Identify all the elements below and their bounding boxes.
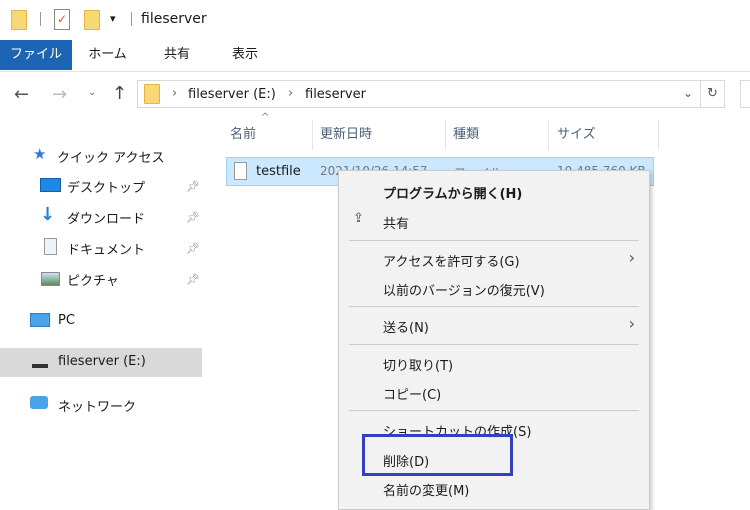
tab-view[interactable]: 表示: [220, 40, 270, 70]
tab-share[interactable]: 共有: [152, 40, 202, 70]
divider: [131, 12, 132, 26]
menu-restore-versions[interactable]: 以前のバージョンの復元(V): [383, 280, 545, 299]
back-button[interactable]: ←: [14, 84, 29, 105]
desktop-icon: [40, 178, 61, 192]
drive-icon: [32, 364, 48, 368]
folder-icon: [11, 10, 27, 30]
column-divider[interactable]: [548, 120, 549, 150]
menu-share[interactable]: 共有: [383, 213, 409, 232]
share-icon: ⇪: [353, 211, 364, 226]
tab-file[interactable]: ファイル: [0, 40, 72, 70]
address-dropdown-icon[interactable]: ⌄: [683, 86, 693, 100]
pin-icon[interactable]: 📌︎: [186, 273, 200, 286]
pc-icon: [30, 313, 50, 327]
column-modified[interactable]: 更新日時: [320, 120, 372, 150]
column-size[interactable]: サイズ: [557, 120, 596, 150]
ribbon-divider: [0, 71, 750, 72]
refresh-button[interactable]: ↻: [700, 80, 725, 108]
menu-rename[interactable]: 名前の変更(M): [383, 480, 469, 499]
column-divider[interactable]: [312, 120, 313, 150]
file-name: testfile: [256, 164, 301, 179]
sort-ascending-icon: ^: [261, 112, 270, 123]
submenu-chevron-icon: ›: [628, 248, 635, 267]
sidebar-item-desktop[interactable]: デスクトップ: [67, 177, 145, 196]
menu-send-to[interactable]: 送る(N): [383, 317, 429, 336]
menu-give-access[interactable]: アクセスを許可する(G): [383, 251, 520, 270]
properties-icon[interactable]: ✓: [54, 9, 70, 30]
pictures-icon: [41, 272, 60, 286]
menu-separator: [349, 410, 639, 411]
menu-separator: [349, 240, 639, 241]
pin-icon[interactable]: 📌︎: [186, 242, 200, 255]
delete-highlight-box: [362, 434, 513, 476]
pin-icon[interactable]: 📌︎: [186, 180, 200, 193]
divider: [40, 12, 41, 26]
customize-toolbar-icon[interactable]: ▾: [110, 12, 116, 25]
menu-separator: [349, 344, 639, 345]
address-bar[interactable]: › fileserver (E:) › fileserver ⌄: [137, 80, 701, 108]
submenu-chevron-icon: ›: [628, 314, 635, 333]
sidebar-item-downloads[interactable]: ダウンロード: [67, 208, 145, 227]
sidebar-quick-access[interactable]: クイック アクセス: [57, 147, 164, 166]
menu-cut[interactable]: 切り取り(T): [383, 355, 453, 374]
file-icon: [234, 162, 247, 180]
download-icon: ↓: [40, 204, 56, 225]
sidebar-pc[interactable]: PC: [58, 313, 75, 328]
menu-open-with[interactable]: プログラムから開く(H): [383, 183, 522, 202]
sidebar-drive-selected[interactable]: fileserver (E:): [0, 348, 202, 377]
sidebar-item-pictures[interactable]: ピクチャ: [67, 270, 119, 289]
documents-icon: [44, 238, 57, 255]
column-divider[interactable]: [658, 120, 659, 150]
search-input[interactable]: [740, 80, 750, 108]
pin-icon[interactable]: 📌︎: [186, 211, 200, 224]
tab-home[interactable]: ホーム: [80, 40, 135, 70]
sidebar-drive-label: fileserver (E:): [58, 354, 146, 369]
up-button[interactable]: ↑: [112, 83, 127, 104]
menu-copy[interactable]: コピー(C): [383, 384, 441, 403]
sidebar-network[interactable]: ネットワーク: [58, 396, 136, 415]
menu-separator: [349, 306, 639, 307]
breadcrumb-drive[interactable]: fileserver (E:): [188, 87, 276, 102]
breadcrumb-folder[interactable]: fileserver: [305, 87, 366, 102]
column-name[interactable]: 名前: [230, 120, 256, 150]
star-icon: ★: [33, 145, 47, 163]
folder-icon: [144, 84, 160, 104]
breadcrumb-chevron: ›: [288, 86, 294, 101]
breadcrumb-chevron: ›: [172, 86, 178, 101]
sidebar-item-documents[interactable]: ドキュメント: [67, 239, 145, 258]
column-type[interactable]: 種類: [453, 120, 479, 150]
new-folder-icon[interactable]: [84, 10, 100, 30]
network-icon: [30, 396, 48, 409]
recent-locations-button[interactable]: ⌄: [88, 87, 96, 98]
column-divider[interactable]: [445, 120, 446, 150]
forward-button[interactable]: →: [52, 84, 67, 105]
window-title: fileserver: [141, 11, 207, 27]
